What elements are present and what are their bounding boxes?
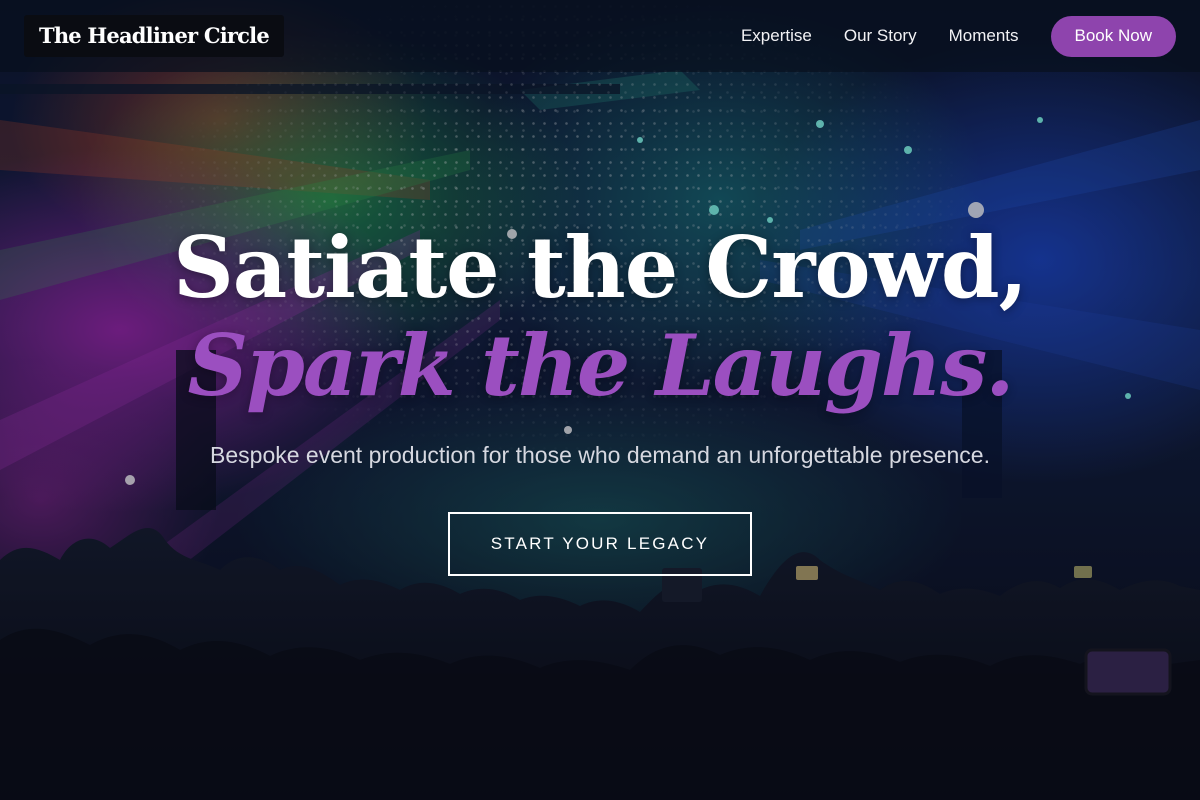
hero-section: Satiate the Crowd, Spark the Laughs. Bes… (0, 0, 1200, 800)
brand-logo[interactable]: The Headliner Circle (24, 15, 284, 57)
headline-line-1: Satiate the Crowd, (173, 218, 1028, 317)
nav-link-our-story[interactable]: Our Story (844, 26, 917, 46)
main-nav: Expertise Our Story Moments Book Now (741, 15, 1176, 57)
book-now-button[interactable]: Book Now (1050, 15, 1176, 57)
nav-link-expertise[interactable]: Expertise (741, 26, 812, 46)
site-header: The Headliner Circle Expertise Our Story… (0, 0, 1200, 72)
start-your-legacy-button[interactable]: START YOUR LEGACY (448, 512, 752, 576)
nav-link-moments[interactable]: Moments (949, 26, 1019, 46)
headline-line-2: Spark the Laughs. (187, 316, 1015, 415)
hero-subtitle: Bespoke event production for those who d… (210, 442, 990, 468)
